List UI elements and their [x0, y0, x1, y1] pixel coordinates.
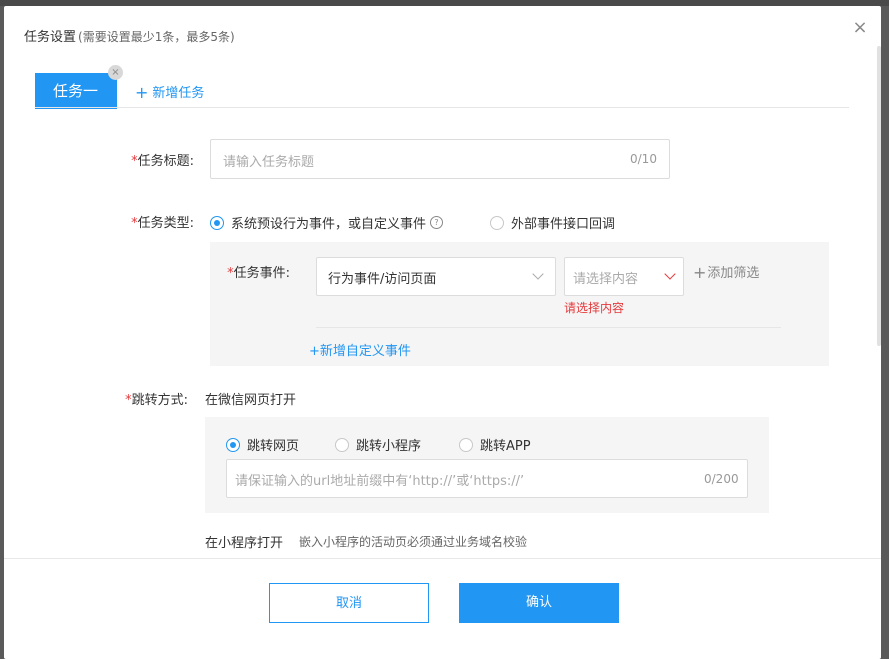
add-task-label: 新增任务: [152, 86, 205, 101]
footer-divider: [4, 558, 881, 559]
task-type-label: *任务类型:: [104, 212, 194, 231]
task-event-label-text: 任务事件:: [233, 266, 290, 281]
radio-label: 跳转网页: [247, 439, 300, 454]
radio-label: 跳转小程序: [356, 439, 422, 454]
task-type-radio-external[interactable]: 外部事件接口回调: [490, 213, 615, 232]
task-title-label: *任务标题:: [104, 150, 194, 169]
add-filter-label: 添加筛选: [707, 266, 760, 281]
task-event-label: *任务事件:: [194, 262, 290, 281]
jump-method-label-text: 跳转方式:: [131, 393, 188, 408]
open-in-miniprogram-heading: 在小程序打开: [205, 536, 284, 551]
radio-unchecked-icon: [335, 437, 349, 452]
radio-label: 跳转APP: [480, 439, 531, 454]
close-icon[interactable]: ×: [850, 18, 870, 38]
radio-label: 外部事件接口回调: [511, 217, 616, 232]
confirm-button[interactable]: 确认: [459, 583, 619, 623]
radio-unchecked-icon: [459, 437, 473, 452]
url-count: 0/200: [704, 472, 739, 486]
chevron-down-icon: [664, 268, 676, 280]
event-divider: [316, 327, 781, 328]
event-content-select[interactable]: 请选择内容: [564, 257, 684, 296]
tab-task-one[interactable]: 任务一: [35, 73, 117, 109]
jump-method-label: *跳转方式:: [104, 389, 188, 408]
radio-label: 系统预设行为事件，或自定义事件: [231, 217, 427, 232]
task-title-label-text: 任务标题:: [137, 154, 194, 169]
task-type-radio-preset[interactable]: 系统预设行为事件，或自定义事件 ?: [210, 213, 444, 232]
open-in-wechat-heading: 在微信网页打开: [205, 393, 297, 408]
tab-divider: [35, 107, 849, 108]
chevron-down-icon: [532, 268, 544, 280]
cancel-button[interactable]: 取消: [269, 583, 429, 623]
radio-checked-icon: [226, 437, 240, 452]
add-filter-button[interactable]: +添加筛选: [693, 262, 759, 282]
plus-icon: +: [135, 83, 149, 102]
radio-checked-icon: [210, 215, 224, 230]
task-type-label-text: 任务类型:: [137, 216, 194, 231]
dialog-subtitle: (需要设置最少1条，最多5条): [78, 30, 235, 44]
remove-tab-icon[interactable]: ×: [108, 65, 123, 80]
event-type-select[interactable]: 行为事件/访问页面: [316, 257, 556, 296]
radio-unchecked-icon: [490, 215, 504, 230]
add-task-button[interactable]: + 新增任务: [135, 82, 204, 102]
event-type-value: 行为事件/访问页面: [328, 272, 437, 287]
task-title-count: 0/10: [630, 152, 657, 166]
event-content-error: 请选择内容: [564, 301, 625, 315]
dialog-title: 任务设置 (需要设置最少1条，最多5条): [24, 26, 235, 45]
url-placeholder: 请保证输入的url地址前缀中有‘http://’或‘https://’: [235, 474, 525, 489]
jump-radio-app[interactable]: 跳转APP: [459, 435, 531, 454]
task-title-placeholder: 请输入任务标题: [223, 155, 315, 170]
dialog-title-text: 任务设置: [24, 30, 77, 45]
help-icon[interactable]: ?: [430, 216, 444, 229]
jump-radio-webpage[interactable]: 跳转网页: [226, 435, 299, 454]
event-content-placeholder: 请选择内容: [573, 272, 639, 287]
task-settings-dialog: 任务设置 (需要设置最少1条，最多5条) × 任务一 × + 新增任务 *任务标题:…: [4, 6, 881, 659]
miniprogram-hint: 嵌入小程序的活动页必须通过业务域名校验: [299, 535, 528, 549]
plus-icon: +: [693, 263, 707, 282]
scrollbar[interactable]: [877, 46, 881, 346]
add-custom-event-link[interactable]: +新增自定义事件: [309, 340, 411, 359]
task-title-input[interactable]: 请输入任务标题 0/10: [210, 139, 670, 179]
url-input[interactable]: 请保证输入的url地址前缀中有‘http://’或‘https://’ 0/20…: [226, 459, 748, 498]
jump-radio-miniprogram[interactable]: 跳转小程序: [335, 435, 421, 454]
